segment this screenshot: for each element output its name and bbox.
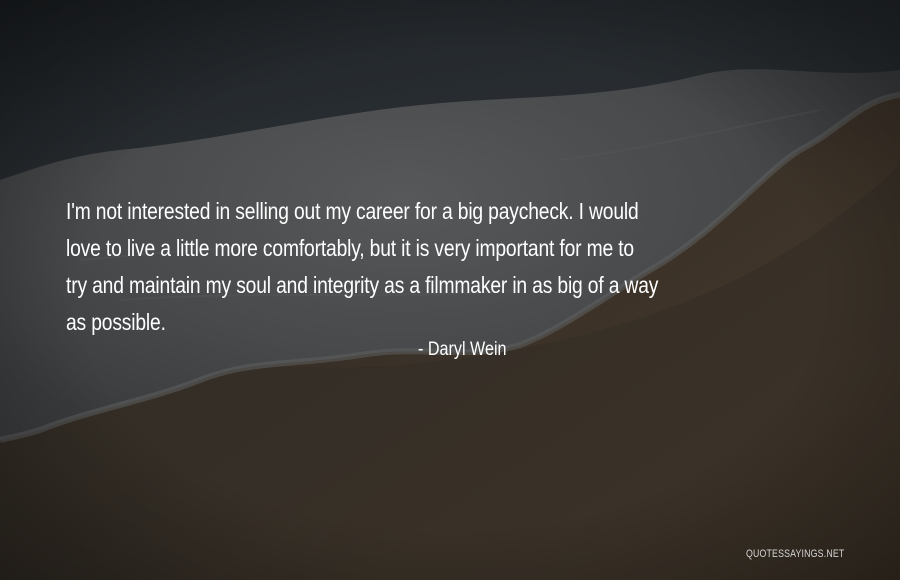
quote-author: - Daryl Wein <box>418 339 507 360</box>
quote-image: I'm not interested in selling out my car… <box>0 0 900 580</box>
quote-line: I'm not interested in selling out my car… <box>66 198 639 224</box>
site-watermark: QUOTESSAYINGS.NET <box>746 548 845 560</box>
quote-line: try and maintain my soul and integrity a… <box>66 272 659 298</box>
quote-text: I'm not interested in selling out my car… <box>66 193 706 341</box>
quote-line: love to live a little more comfortably, … <box>66 235 634 261</box>
quote-line: as possible. <box>66 309 166 335</box>
